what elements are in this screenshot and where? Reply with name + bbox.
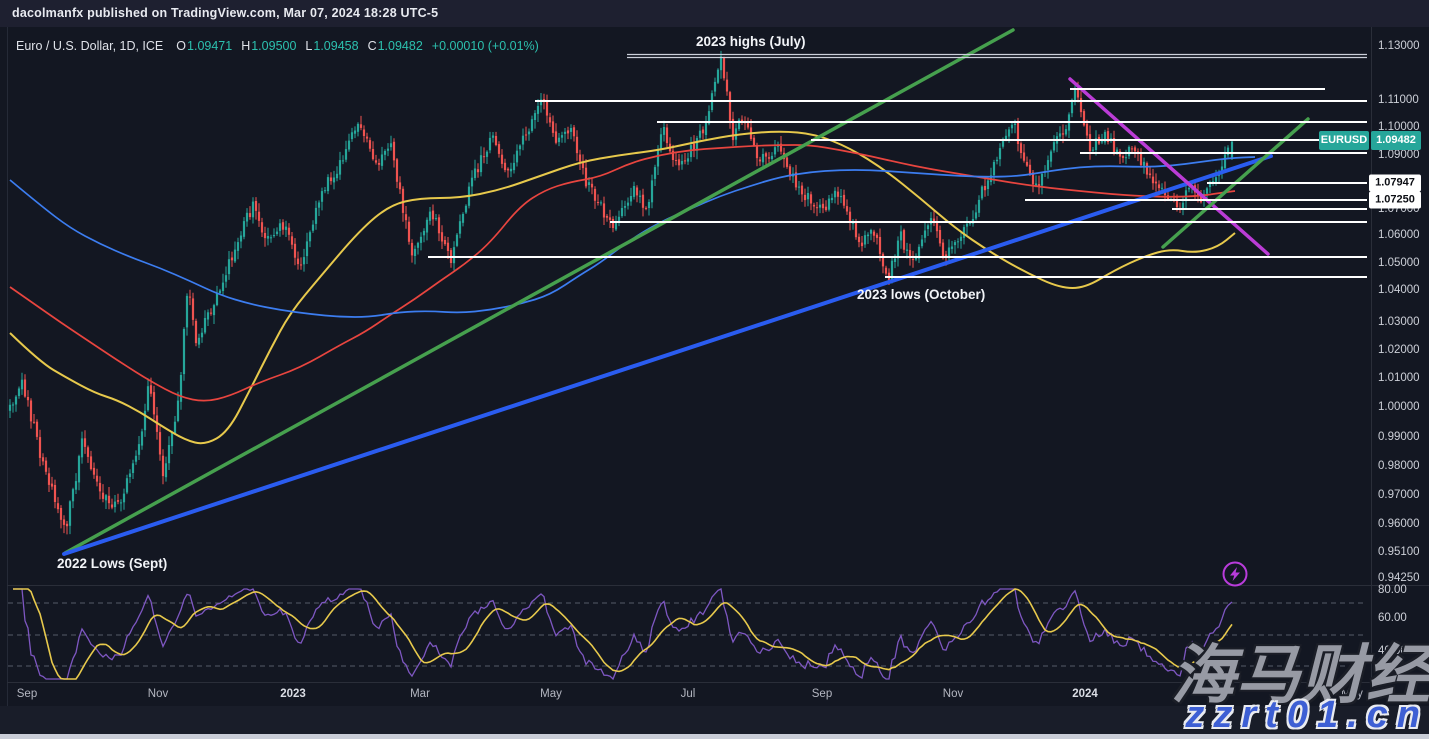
- ohlc-open: O 1.09471: [176, 39, 233, 53]
- price-level-flag: 1.07250: [1369, 191, 1421, 209]
- lightning-icon: [1222, 561, 1248, 587]
- last-price-flag: EURUSD 1.09482: [1319, 131, 1421, 150]
- change-value: +0.00010 (+0.01%): [431, 39, 539, 53]
- boost-button[interactable]: [1221, 560, 1249, 588]
- price-axis[interactable]: [1372, 28, 1429, 682]
- ohlc-high: H 1.09500: [241, 39, 297, 53]
- pane-separator[interactable]: [7, 585, 1429, 586]
- time-axis[interactable]: [8, 683, 1371, 706]
- pane-left-border: [7, 27, 8, 707]
- symbol-title: Euro / U.S. Dollar, 1D, ICE: [16, 39, 164, 53]
- watermark-site-url: zzrt01.cn: [1185, 694, 1429, 736]
- tradingview-published-chart: dacolmanfx published on TradingView.com,…: [0, 0, 1429, 739]
- ohlc-close: C 1.09482: [367, 39, 423, 53]
- publish-info: dacolmanfx published on TradingView.com,…: [12, 6, 439, 20]
- symbol-flag-price: 1.09482: [1371, 131, 1421, 150]
- chart-legend[interactable]: Euro / U.S. Dollar, 1D, ICE O 1.09471 H 1.…: [16, 38, 539, 54]
- symbol-flag-label: EURUSD: [1319, 131, 1369, 150]
- price-level-flag: 1.07947: [1369, 174, 1421, 192]
- publish-bar: dacolmanfx published on TradingView.com,…: [0, 0, 1429, 27]
- ohlc-low: L 1.09458: [305, 39, 359, 53]
